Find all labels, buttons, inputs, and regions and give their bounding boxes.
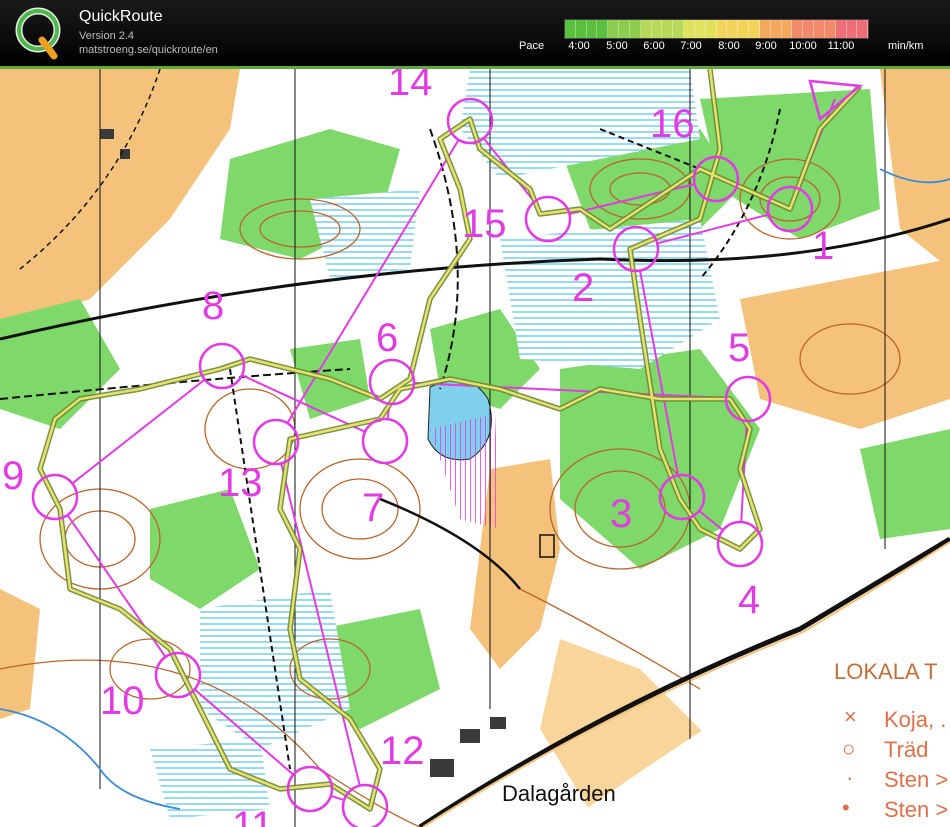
control-number-15: 15 <box>462 202 507 246</box>
pace-unit: min/km <box>888 40 924 52</box>
pace-segment <box>586 20 598 38</box>
pace-gradient-bar <box>564 19 869 39</box>
legend-title: LOKALA T <box>834 659 938 684</box>
pace-segment <box>662 20 674 38</box>
control-number-1: 1 <box>812 224 834 268</box>
pace-segment <box>781 20 793 38</box>
pace-segment <box>824 20 836 38</box>
pace-segment <box>792 20 804 38</box>
pace-segment <box>694 20 706 38</box>
pace-segment <box>684 20 695 38</box>
pace-label: Pace <box>519 40 545 52</box>
legend-symbol-1: ○ <box>842 736 855 761</box>
control-number-11: 11 <box>232 804 274 827</box>
pace-segment <box>749 20 760 38</box>
app-url: matstroeng.se/quickroute/en <box>79 44 218 56</box>
control-number-4: 4 <box>738 578 760 622</box>
control-number-6: 6 <box>376 316 398 360</box>
pace-tick-label: 4:00 <box>568 40 590 52</box>
legend-symbol-0: × <box>844 704 857 729</box>
pace-segment <box>716 20 728 38</box>
control-number-14: 14 <box>388 69 433 104</box>
control-number-13: 13 <box>218 461 263 505</box>
pace-tick-label: 6:00 <box>643 40 665 52</box>
pace-segment <box>738 20 750 38</box>
control-number-12: 12 <box>380 729 425 773</box>
header-bar: QuickRoute Version 2.4 matstroeng.se/qui… <box>0 0 950 66</box>
pace-segment <box>814 20 825 38</box>
pace-tick-label: 8:00 <box>718 40 740 52</box>
pace-segment <box>629 20 641 38</box>
pace-tick-label: 10:00 <box>789 40 817 52</box>
quickroute-window: QuickRoute Version 2.4 matstroeng.se/qui… <box>0 0 950 827</box>
app-name: QuickRoute <box>79 8 163 25</box>
pace-segment <box>673 20 685 38</box>
control-number-5: 5 <box>728 326 750 370</box>
pace-segment <box>705 20 717 38</box>
place-name: Dalagården <box>502 781 616 806</box>
control-number-8: 8 <box>202 284 224 328</box>
control-number-7: 7 <box>362 486 384 530</box>
app-version: Version 2.4 <box>79 30 135 42</box>
pace-segment <box>759 20 771 38</box>
legend-label-1: Träd <box>884 737 928 762</box>
legend-symbol-3: • <box>842 795 850 820</box>
control-number-3: 3 <box>610 492 632 536</box>
control-number-9: 9 <box>2 454 24 498</box>
legend-label-3: Sten > <box>884 797 948 822</box>
quickroute-logo-icon <box>15 7 61 60</box>
control-number-10: 10 <box>100 679 145 723</box>
control-number-16: 16 <box>650 102 695 146</box>
pace-segment <box>651 20 663 38</box>
pace-tick-label: 5:00 <box>606 40 628 52</box>
legend-symbol-2: · <box>846 765 853 790</box>
legend-label-0: Koja, . <box>884 707 946 732</box>
pace-segment <box>575 20 587 38</box>
pace-tick-label: 7:00 <box>680 40 702 52</box>
orienteering-map[interactable]: 12345678910111213141516 Dalagården LOKAL… <box>0 69 950 827</box>
control-number-2: 2 <box>572 266 594 310</box>
pace-segment <box>770 20 782 38</box>
legend-label-2: Sten > <box>884 767 948 792</box>
pace-tick-label: 9:00 <box>755 40 777 52</box>
pace-segment <box>640 20 652 38</box>
pace-segment <box>619 20 630 38</box>
pace-segment <box>803 20 815 38</box>
pace-segment <box>727 20 739 38</box>
pace-segment <box>857 20 869 38</box>
pace-segment <box>565 20 576 38</box>
pace-segment <box>608 20 620 38</box>
pace-segment <box>846 20 858 38</box>
pace-tick-label: 11:00 <box>827 40 855 52</box>
pace-segment <box>835 20 847 38</box>
pace-segment <box>597 20 609 38</box>
